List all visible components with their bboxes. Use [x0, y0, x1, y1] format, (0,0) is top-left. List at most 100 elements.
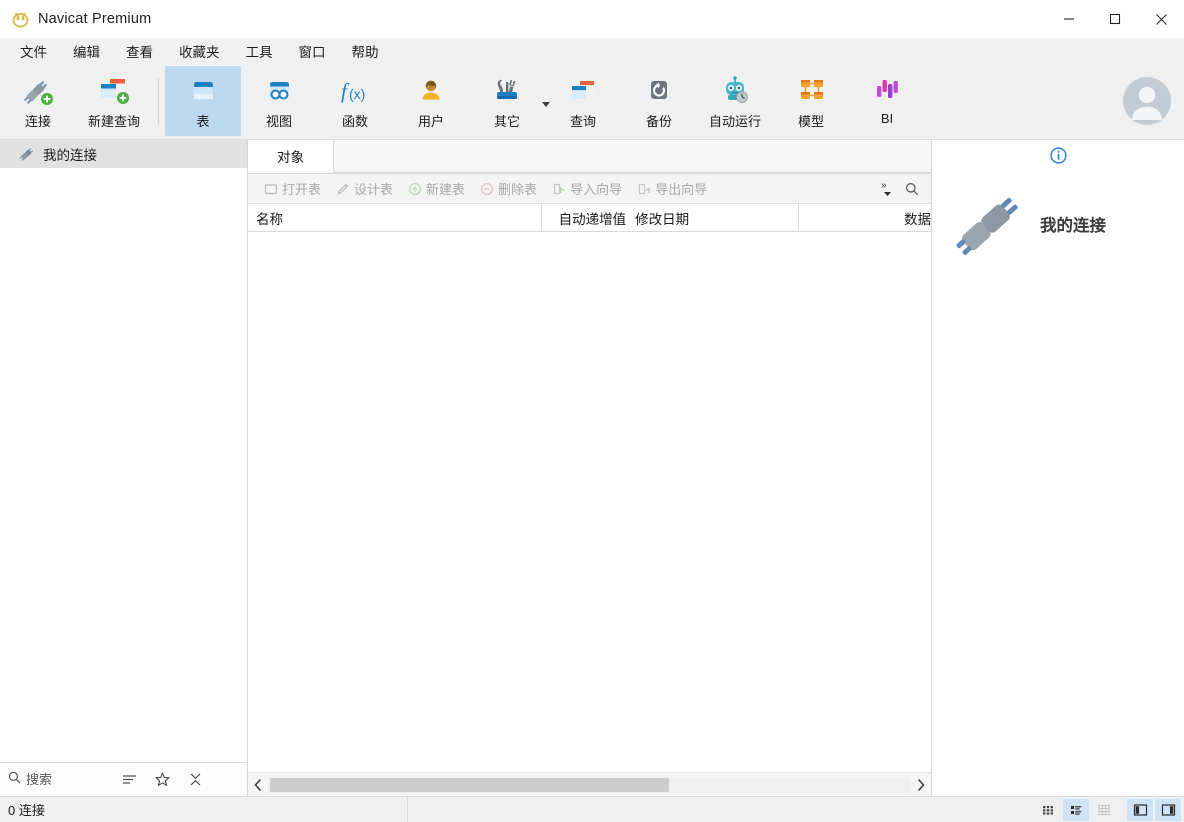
column-header-name[interactable]: 名称 [248, 204, 543, 231]
navicat-logo-icon [10, 9, 30, 29]
design-table-button[interactable]: 设计表 [328, 177, 400, 201]
tab-strip-filler [334, 139, 931, 173]
automation-robot-icon [715, 73, 755, 109]
object-search-icon[interactable] [899, 175, 925, 203]
toolbar-backup[interactable]: 备份 [621, 66, 697, 136]
view-icon [259, 73, 299, 109]
column-header-modified-date[interactable]: 修改日期 [629, 204, 800, 231]
chevron-right-icon[interactable] [911, 774, 931, 796]
menu-help[interactable]: 帮助 [339, 38, 392, 64]
export-wizard-button[interactable]: 导出向导 [629, 177, 714, 201]
toolbar-new-query[interactable]: 新建查询 [76, 66, 152, 136]
toolbar-user[interactable]: 用户 [393, 66, 469, 136]
filter-icon[interactable] [121, 772, 137, 788]
sidebar-search[interactable] [8, 771, 121, 789]
connection-list: 我的连接 [0, 140, 247, 762]
toolbar-query[interactable]: 查询 [545, 66, 621, 136]
menu-favorites[interactable]: 收藏夹 [166, 38, 233, 64]
user-avatar-icon[interactable] [1122, 76, 1172, 126]
toolbar-view-label: 视图 [265, 114, 292, 129]
grid-view-icon[interactable] [1035, 799, 1061, 821]
navicat-window: Navicat Premium 文件 编辑 查看 收藏夹 工具 窗口 帮助 连接… [0, 0, 1184, 822]
minimize-button[interactable] [1046, 0, 1092, 38]
collapse-all-icon[interactable] [187, 772, 203, 788]
favorite-star-icon[interactable] [154, 772, 170, 788]
list-view-icon[interactable] [1063, 799, 1089, 821]
toolbar-bi-label: BI [880, 111, 894, 126]
toolbar-automation[interactable]: 自动运行 [697, 66, 773, 136]
menu-tools[interactable]: 工具 [233, 38, 286, 64]
connection-plug-illustration [950, 190, 1028, 258]
menu-window[interactable]: 窗口 [286, 38, 339, 64]
svg-text:»: » [881, 181, 887, 190]
object-panel: 对象 打开表 设计表 新建表 删除表 导入向导 导出向导 » 名称 自动递增值 … [248, 139, 932, 796]
toolbar-function[interactable]: f (x) 函数 [317, 66, 393, 136]
import-wizard-button[interactable]: 导入向导 [544, 177, 629, 201]
menu-edit[interactable]: 编辑 [60, 38, 113, 64]
sidebar-item-label: 我的连接 [43, 148, 97, 163]
info-circle-icon[interactable] [1049, 147, 1067, 169]
open-table-button[interactable]: 打开表 [256, 177, 328, 201]
toolbar-bi[interactable]: BI [849, 66, 925, 136]
toolbar-separator [158, 78, 159, 124]
function-icon: f (x) [335, 73, 375, 109]
sidebar-footer [0, 762, 247, 796]
toolbar-model[interactable]: 模型 [773, 66, 849, 136]
menu-file[interactable]: 文件 [7, 38, 60, 64]
info-panel-header [932, 140, 1184, 168]
tab-strip: 对象 [248, 139, 931, 174]
search-icon [8, 771, 21, 789]
query-icon [563, 73, 603, 109]
info-panel-title: 我的连接 [1040, 217, 1106, 235]
info-panel: 我的连接 [932, 140, 1184, 796]
scroll-thumb[interactable] [270, 777, 669, 792]
new-table-button[interactable]: 新建表 [400, 177, 472, 201]
chevron-left-icon[interactable] [248, 774, 268, 796]
main-toolbar: 连接 新建查询 表 视图 f (x) 函数 用户 其它 查询 备份 自动运行 模… [0, 64, 1184, 140]
search-input[interactable] [26, 772, 116, 787]
toolbar-other-label: 其它 [493, 114, 520, 129]
status-connection-count: 0 连接 [8, 803, 45, 818]
user-icon [411, 73, 451, 109]
toolbar-connection[interactable]: 连接 [0, 66, 76, 136]
new-table-label: 新建表 [426, 182, 466, 197]
import-wizard-label: 导入向导 [570, 182, 623, 197]
connection-sidebar: 我的连接 [0, 140, 248, 796]
table-icon [183, 73, 223, 109]
svg-text:(x): (x) [349, 86, 365, 102]
toolbar-table[interactable]: 表 [165, 66, 241, 136]
window-controls [1046, 0, 1184, 38]
main-body: 我的连接 搜索 对象 打开表 设计表 新建表 删除表 导入向导 导出向导 » 名… [0, 139, 1184, 796]
right-panel-toggle-icon[interactable] [1155, 799, 1181, 821]
toolbar-automation-label: 自动运行 [708, 114, 761, 129]
bi-chart-icon [867, 73, 907, 109]
status-view-buttons [1034, 797, 1182, 822]
toolbar-other[interactable]: 其它 [469, 66, 550, 136]
column-header-autoincrement[interactable]: 自动递增值 [542, 204, 629, 231]
toolbar-model-label: 模型 [797, 114, 824, 129]
open-table-icon [263, 181, 278, 196]
detail-view-icon[interactable] [1091, 799, 1117, 821]
toolbar-query-label: 查询 [569, 114, 596, 129]
toolbar-view[interactable]: 视图 [241, 66, 317, 136]
sidebar-item-my-connection[interactable]: 我的连接 [0, 140, 247, 168]
tab-objects[interactable]: 对象 [248, 139, 334, 173]
object-grid-body[interactable] [248, 232, 931, 772]
new-table-icon [407, 181, 422, 196]
menu-bar: 文件 编辑 查看 收藏夹 工具 窗口 帮助 [0, 38, 1184, 64]
left-panel-toggle-icon[interactable] [1127, 799, 1153, 821]
menu-view[interactable]: 查看 [113, 38, 166, 64]
delete-table-button[interactable]: 删除表 [472, 177, 544, 201]
scroll-track[interactable] [268, 776, 911, 793]
delete-table-label: 删除表 [498, 182, 538, 197]
column-header-data[interactable]: 数据 [799, 204, 931, 231]
maximize-button[interactable] [1092, 0, 1138, 38]
design-table-icon [335, 181, 350, 196]
window-title: Navicat Premium [38, 11, 152, 27]
chevron-double-right-icon[interactable]: » [877, 175, 897, 203]
close-button[interactable] [1138, 0, 1184, 38]
other-tools-icon [487, 73, 527, 109]
object-toolbar: 打开表 设计表 新建表 删除表 导入向导 导出向导 » [248, 174, 931, 204]
horizontal-scrollbar[interactable] [248, 772, 931, 796]
backup-icon [639, 73, 679, 109]
